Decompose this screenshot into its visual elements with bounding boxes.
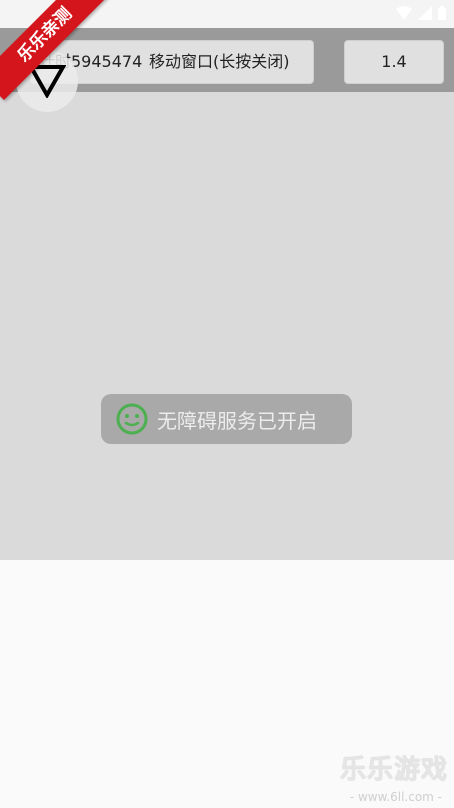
watermark-title: 乐乐游戏: [339, 755, 448, 785]
battery-icon: [438, 6, 446, 20]
signal-icon: [418, 6, 432, 20]
accessibility-toast: 无障碍服务已开启: [101, 394, 352, 444]
smile-face-icon: [115, 402, 149, 436]
toast-message: 无障碍服务已开启: [157, 408, 317, 433]
speed-button[interactable]: 1.4: [344, 40, 444, 84]
floating-window: 计时5945474 移动窗口(长按关闭) 1.4 无障碍服务已开启: [0, 28, 454, 560]
watermark-url: - www.6ll.com -: [349, 790, 442, 804]
wifi-icon: [396, 6, 412, 20]
move-window-label: 移动窗口(长按关闭): [149, 52, 290, 71]
